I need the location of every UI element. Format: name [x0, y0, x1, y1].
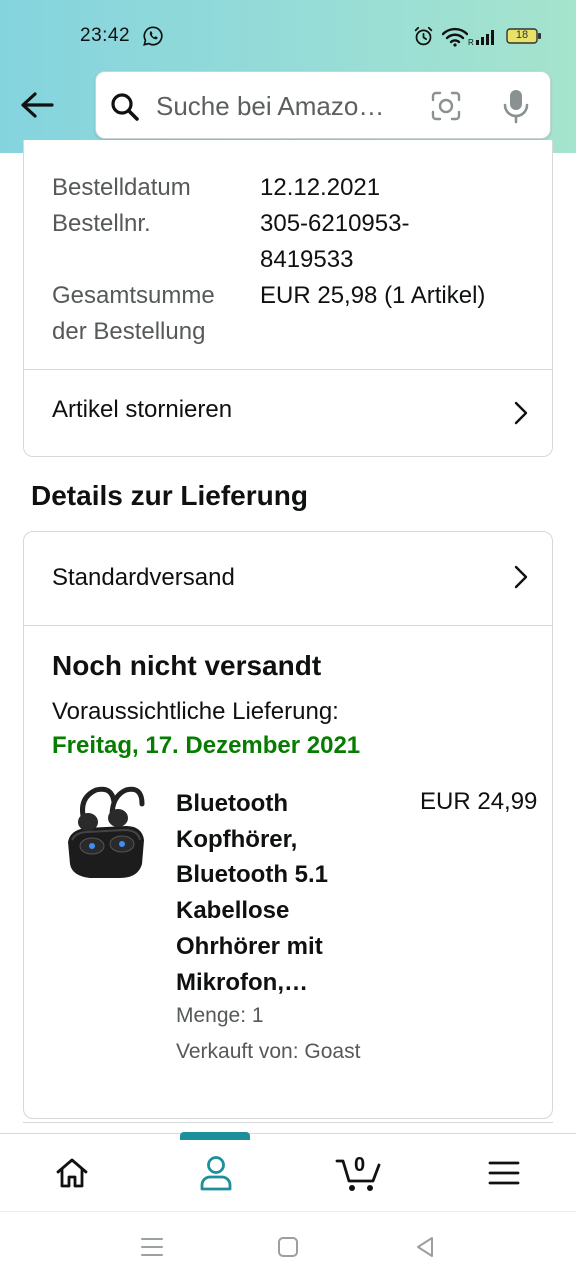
order-date-label: Bestelldatum — [52, 174, 191, 201]
shipping-method-label: Standardversand — [52, 564, 235, 591]
next-card-edge — [23, 1122, 553, 1132]
product-quantity: Menge: 1 — [176, 1004, 264, 1027]
expected-delivery-label: Voraussichtliche Lieferung: — [52, 698, 339, 725]
camera-scan-icon[interactable] — [430, 90, 462, 122]
recent-apps-icon[interactable] — [139, 1234, 165, 1260]
search-bar[interactable] — [95, 71, 551, 139]
whatsapp-icon — [143, 26, 163, 46]
expected-delivery-date: Freitag, 17. Dezember 2021 — [52, 732, 361, 759]
wifi-icon — [442, 27, 468, 47]
cancel-items-row[interactable]: Artikel stornieren — [24, 370, 552, 456]
back-system-icon[interactable] — [412, 1234, 438, 1260]
account-icon — [200, 1156, 232, 1191]
bottom-navigation — [0, 1133, 576, 1211]
product-title[interactable]: Bluetooth Kopfhörer, Bluetooth 5.1 Kabel… — [176, 786, 386, 1000]
delivery-section-title: Details zur Lieferung — [31, 480, 308, 511]
signal-icon: R — [468, 30, 494, 46]
product-title-line: Bluetooth — [176, 790, 288, 817]
order-date-value: 12.12.2021 — [260, 174, 381, 201]
order-summary-card: Bestelldatum 12.12.2021 Bestellnr. 305-6… — [23, 140, 553, 457]
delivery-card: Standardversand Noch nicht versandt Vora… — [23, 531, 553, 1119]
shipment-status: Noch nicht versandt — [52, 650, 322, 681]
divider — [24, 625, 552, 626]
product-seller: Verkauft von: Goast — [176, 1040, 361, 1063]
home-icon — [56, 1158, 88, 1188]
search-input[interactable] — [156, 86, 408, 126]
product-title-line: Bluetooth 5.1 — [176, 861, 329, 889]
product-title-line: Kopfhörer, — [176, 825, 298, 853]
cancel-items-label: Artikel stornieren — [52, 396, 233, 423]
nav-active-indicator — [180, 1132, 250, 1140]
svg-text:R: R — [468, 38, 474, 46]
nav-account[interactable] — [144, 1134, 288, 1212]
chevron-right-icon — [514, 401, 528, 425]
search-icon — [111, 93, 139, 121]
nav-home[interactable] — [0, 1134, 144, 1212]
status-time: 23:42 — [80, 25, 131, 46]
cart-count-badge: 0 — [354, 1154, 366, 1176]
arrow-left-icon — [21, 92, 54, 118]
home-system-icon[interactable] — [275, 1234, 301, 1260]
chevron-right-icon — [514, 565, 528, 589]
product-image[interactable] — [62, 780, 148, 890]
product-title-line: Ohrhörer mit — [176, 932, 323, 960]
product-title-line: Mikrofon,… — [176, 968, 308, 996]
microphone-icon[interactable] — [500, 88, 532, 124]
order-number-value-2: 8419533 — [260, 246, 354, 273]
product-price: EUR 24,99 — [420, 788, 538, 815]
product-title-line: Kabellose — [176, 897, 290, 925]
system-navigation-bar — [0, 1211, 576, 1280]
shipping-method-row[interactable]: Standardversand — [24, 532, 552, 624]
back-button[interactable] — [14, 82, 60, 128]
order-number-value-1: 305-6210953- — [260, 210, 410, 237]
nav-menu[interactable] — [432, 1134, 576, 1212]
order-number-label: Bestellnr. — [52, 210, 151, 237]
order-total-label-1: Gesamtsumme — [52, 282, 215, 309]
order-total-value: EUR 25,98 (1 Artikel) — [260, 282, 486, 309]
battery-level: 18 — [515, 29, 529, 41]
alarm-icon — [414, 26, 433, 46]
status-bar: 23:42 R 18 — [0, 0, 576, 72]
order-total-label-2: der Bestellung — [52, 318, 206, 345]
menu-icon — [488, 1161, 520, 1185]
